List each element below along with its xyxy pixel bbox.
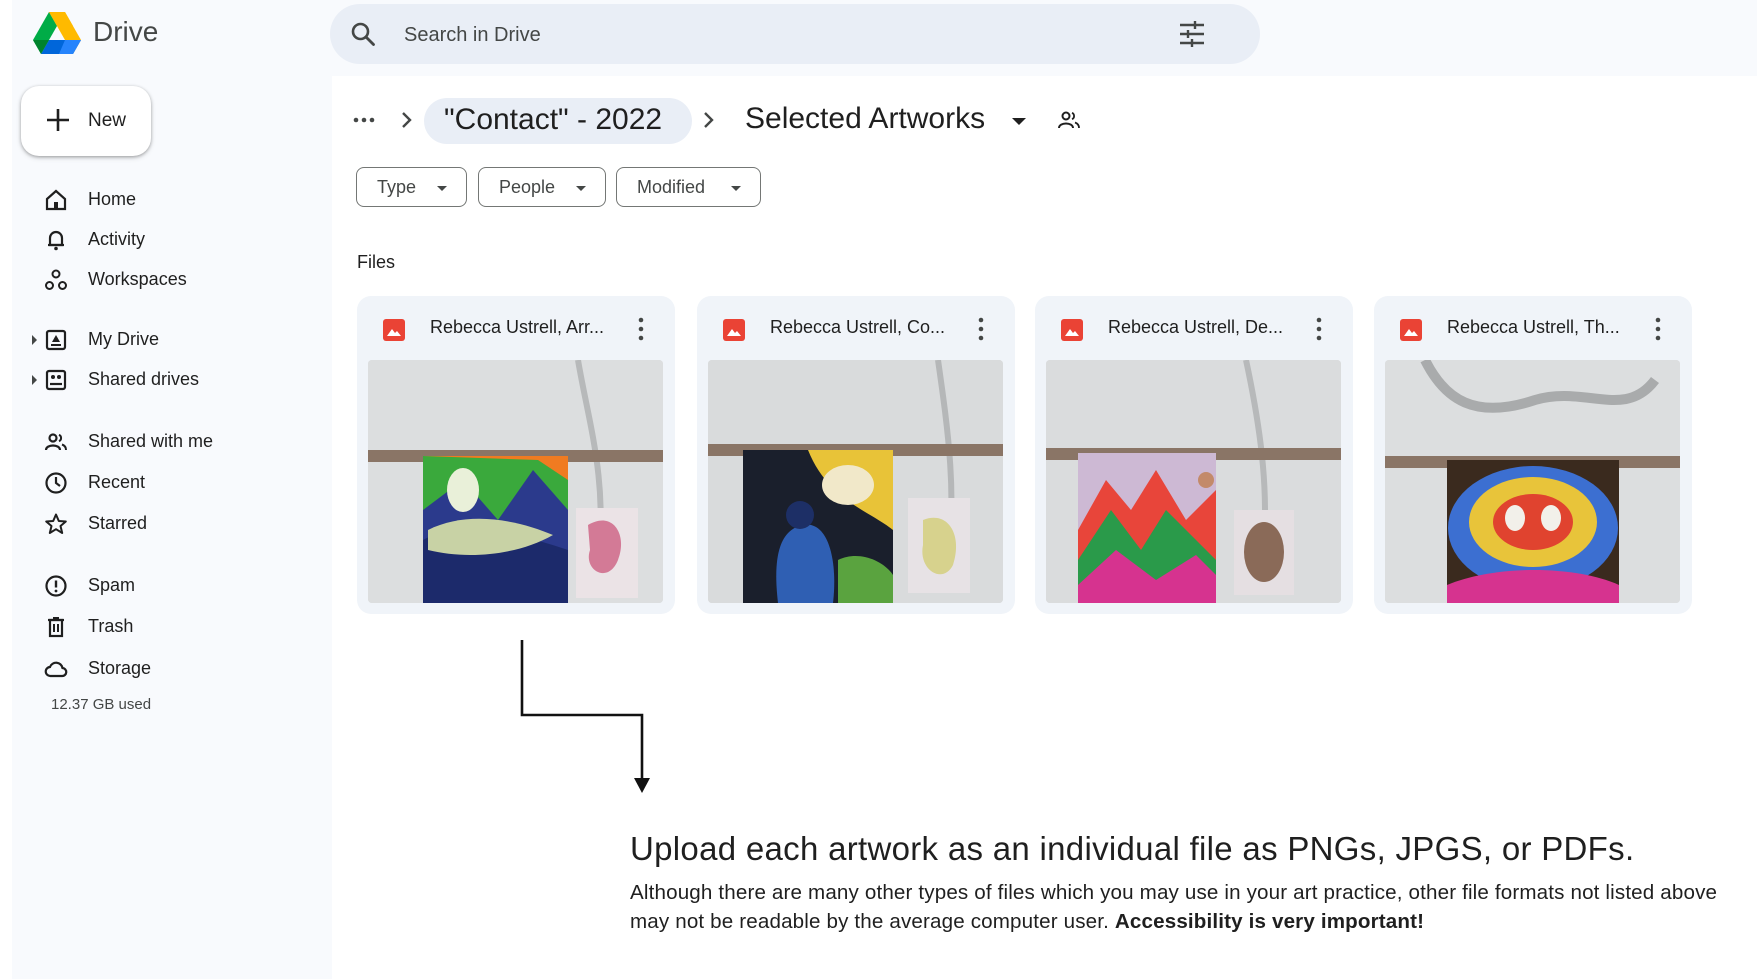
sidebar-item-label: Activity <box>88 229 146 249</box>
sidebar-item-home[interactable]: Home <box>24 182 314 218</box>
more-vertical-icon[interactable] <box>977 316 985 342</box>
file-thumbnail[interactable] <box>368 360 663 603</box>
more-vertical-icon[interactable] <box>1315 316 1323 342</box>
file-card[interactable]: Rebecca Ustrell, Co... <box>697 296 1015 614</box>
annotation-emphasis: Accessibility is very important! <box>1114 910 1425 933</box>
sidebar-item-spam[interactable]: Spam <box>24 568 314 604</box>
image-file-icon <box>723 319 745 341</box>
annotation-title: Upload each artwork as an individual fil… <box>630 830 1635 867</box>
chevron-down-icon <box>576 186 586 191</box>
sidebar-item-recent[interactable]: Recent <box>24 465 314 501</box>
image-file-icon <box>1061 319 1083 341</box>
sidebar-item-starred[interactable]: Starred <box>24 506 314 542</box>
file-name: Rebecca Ustrell, Arr... <box>430 317 605 337</box>
file-thumbnail[interactable] <box>1385 360 1680 603</box>
more-vertical-icon[interactable] <box>1654 316 1662 342</box>
filter-modified-label: Modified <box>637 177 706 197</box>
tune-icon[interactable] <box>1178 21 1206 47</box>
sidebar-item-trash[interactable]: Trash <box>24 609 314 645</box>
sidebar-item-shared-with-me[interactable]: Shared with me <box>24 424 314 460</box>
annotation-arrow <box>520 640 650 793</box>
sidebar-item-label: Shared drives <box>88 369 200 389</box>
sidebar-item-label: Storage <box>88 658 152 678</box>
sidebar-item-my-drive[interactable]: My Drive <box>24 322 314 358</box>
clock-icon <box>45 472 67 494</box>
app-title: Drive <box>93 16 159 47</box>
shared-drives-icon <box>45 369 67 391</box>
sidebar-item-label: My Drive <box>88 329 159 349</box>
expand-caret-icon[interactable] <box>32 375 37 385</box>
filter-people-label: People <box>499 177 556 197</box>
trash-icon <box>48 617 64 638</box>
chevron-down-icon <box>731 186 741 191</box>
sidebar-item-shared-drives[interactable]: Shared drives <box>24 362 314 398</box>
file-name: Rebecca Ustrell, Co... <box>770 317 946 337</box>
annotation-body: Although there are many other types of f… <box>630 878 1750 936</box>
workspaces-icon <box>45 269 67 290</box>
drive-logo-icon[interactable] <box>33 12 81 54</box>
file-name: Rebecca Ustrell, De... <box>1108 317 1284 337</box>
sidebar-item-storage[interactable]: Storage <box>24 651 314 687</box>
image-file-icon <box>383 319 405 341</box>
search-input[interactable] <box>402 16 1166 54</box>
chevron-right-icon <box>704 112 714 128</box>
sidebar-item-label: Workspaces <box>88 269 187 289</box>
sidebar-item-activity[interactable]: Activity <box>24 222 314 258</box>
file-thumbnail[interactable] <box>1046 360 1341 603</box>
chevron-right-icon <box>402 112 412 128</box>
file-name: Rebecca Ustrell, Th... <box>1447 317 1620 337</box>
breadcrumb-parent[interactable]: "Contact" - 2022 <box>424 98 692 144</box>
chevron-down-icon <box>437 186 447 191</box>
search-icon[interactable] <box>350 21 376 47</box>
files-section-label: Files <box>357 252 396 272</box>
sidebar-item-label: Starred <box>88 513 148 533</box>
filter-modified-chip[interactable]: Modified <box>616 167 761 207</box>
spam-icon <box>45 575 67 597</box>
more-vertical-icon[interactable] <box>637 316 645 342</box>
filter-type-chip[interactable]: Type <box>356 167 467 207</box>
sidebar-item-label: Recent <box>88 472 146 492</box>
sidebar-item-label: Home <box>88 189 137 209</box>
sidebar-item-label: Spam <box>88 575 136 595</box>
cloud-icon <box>44 661 68 678</box>
plus-icon <box>47 109 69 131</box>
star-icon <box>45 513 67 534</box>
chevron-down-icon[interactable] <box>1012 118 1026 125</box>
file-thumbnail[interactable] <box>708 360 1003 603</box>
people-icon <box>44 433 67 451</box>
shared-folder-people-icon[interactable] <box>1056 108 1082 132</box>
my-drive-icon <box>45 329 67 351</box>
file-card[interactable]: Rebecca Ustrell, De... <box>1035 296 1353 614</box>
search-bar[interactable] <box>330 4 1260 64</box>
bell-icon <box>48 230 64 251</box>
sidebar-item-label: Shared with me <box>88 431 214 451</box>
filter-type-label: Type <box>377 177 417 197</box>
expand-caret-icon[interactable] <box>32 335 37 345</box>
breadcrumb-parent-label: "Contact" - 2022 <box>444 103 663 136</box>
sidebar-item-label: Trash <box>88 616 134 636</box>
file-card[interactable]: Rebecca Ustrell, Th... <box>1374 296 1692 614</box>
storage-used-text: 12.37 GB used <box>51 696 152 713</box>
file-card[interactable]: Rebecca Ustrell, Arr... <box>357 296 675 614</box>
new-button[interactable]: New <box>21 86 151 156</box>
sidebar-item-workspaces[interactable]: Workspaces <box>24 262 314 298</box>
breadcrumb-current[interactable]: Selected Artworks <box>745 102 985 136</box>
new-button-label: New <box>88 110 127 131</box>
more-horizontal-icon[interactable] <box>352 110 376 130</box>
filter-people-chip[interactable]: People <box>478 167 606 207</box>
image-file-icon <box>1400 319 1422 341</box>
home-icon <box>45 189 67 211</box>
